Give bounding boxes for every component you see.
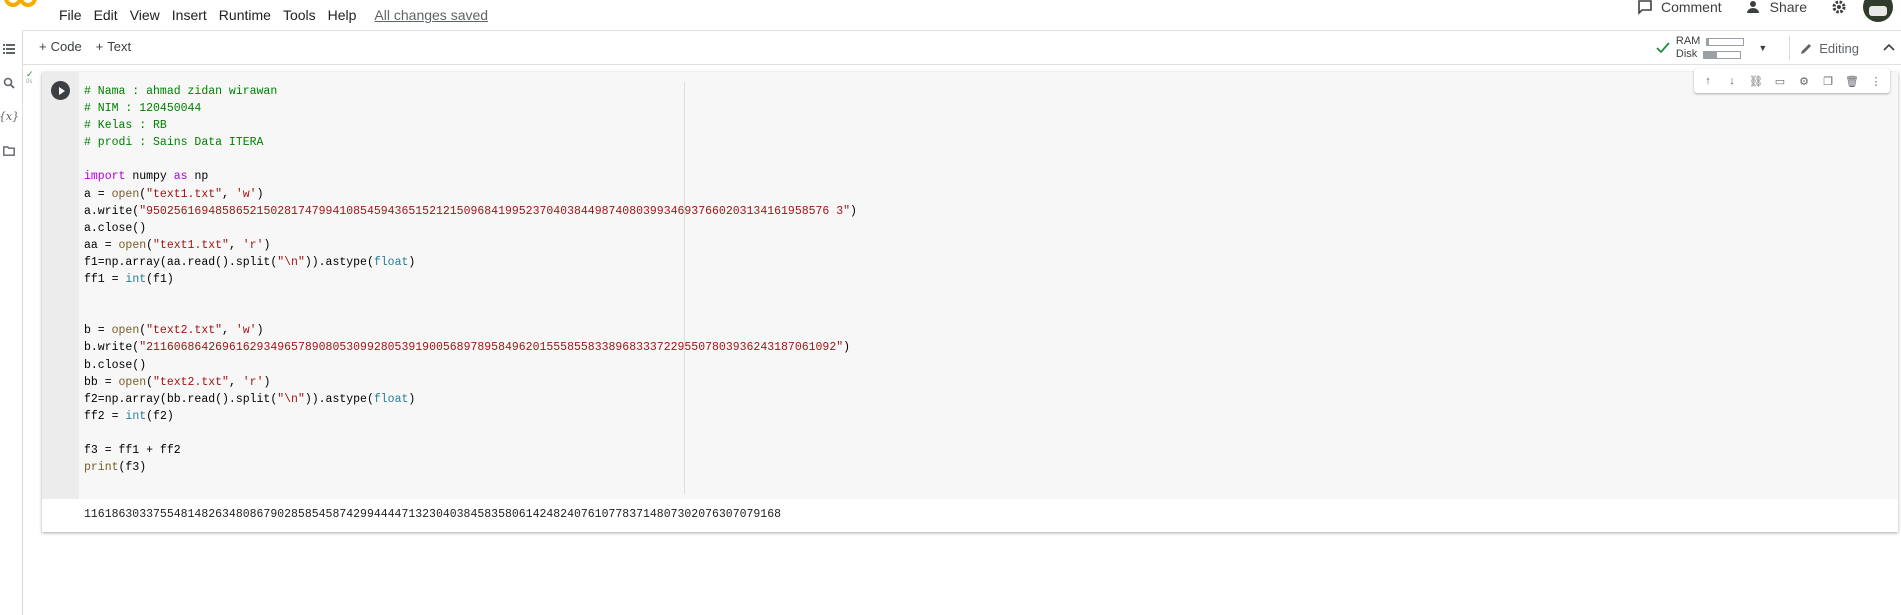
notebook-toolbar: + Code + Text RAM Disk ▼ Editing	[22, 30, 1901, 65]
code-line: b.write("2116068642696162934965789080530…	[84, 341, 851, 355]
chevron-up-icon[interactable]	[1883, 42, 1895, 54]
plus-icon: +	[95, 39, 104, 54]
code-line: aa = open("text1.txt", 'r')	[84, 238, 271, 252]
menu-tools[interactable]: Tools	[277, 7, 322, 23]
cell-output: 1161863033755481482634808679028585458742…	[79, 499, 1898, 532]
menu-help[interactable]: Help	[322, 7, 363, 23]
add-code-button[interactable]: + Code	[39, 39, 82, 54]
save-status-link[interactable]: All changes saved	[368, 7, 494, 23]
menu-view[interactable]: View	[124, 7, 166, 23]
code-line: f1=np.array(aa.read().split("\n")).astyp…	[84, 255, 416, 269]
code-line: import numpy as np	[84, 170, 209, 184]
comment-button[interactable]: Comment	[1637, 0, 1722, 15]
disk-meter	[1703, 50, 1742, 59]
search-icon[interactable]	[0, 74, 18, 92]
editing-mode-button[interactable]: Editing	[1789, 36, 1869, 60]
disk-label: Disk	[1675, 48, 1698, 60]
plus-icon: +	[39, 39, 47, 54]
dropdown-arrow-icon[interactable]: ▼	[1758, 43, 1767, 53]
code-line: a.write("9502561694858652150281747994108…	[84, 204, 857, 218]
exec-time: 0s	[26, 79, 33, 85]
code-line: bb = open("text2.txt", 'r')	[84, 375, 271, 389]
comment-icon[interactable]: ▭	[1772, 73, 1788, 89]
code-line: f2=np.array(bb.read().split("\n")).astyp…	[84, 392, 416, 406]
table-of-contents-icon[interactable]	[0, 40, 18, 58]
gear-icon[interactable]	[1831, 0, 1847, 15]
code-text: # Nama : ahmad zidan wirawan # NIM : 1204…	[84, 83, 857, 476]
left-rail: {x}	[0, 30, 23, 615]
code-line: ff1 = int(f1)	[84, 273, 174, 287]
ram-meter-fill	[1707, 38, 1710, 45]
exec-status: ✓ 0s	[26, 69, 34, 86]
code-line: b.close()	[84, 358, 147, 372]
mirror-cell-icon[interactable]: ❐	[1820, 73, 1836, 89]
menu-runtime[interactable]: Runtime	[213, 7, 277, 23]
comment-icon	[1638, 0, 1652, 15]
comment-label: Comment	[1660, 0, 1722, 15]
code-cell[interactable]: # Nama : ahmad zidan wirawan # NIM : 1204…	[42, 69, 1898, 532]
add-text-button[interactable]: + Text	[96, 39, 131, 54]
menu-file[interactable]: File	[53, 7, 88, 23]
code-line: b = open("text2.txt", 'w')	[84, 324, 264, 338]
cell-gutter	[42, 72, 79, 499]
add-text-label: Text	[107, 39, 132, 54]
disk-meter-fill	[1704, 51, 1717, 58]
code-line: f3 = ff1 + ff2	[84, 443, 181, 457]
exec-check-icon: ✓	[26, 69, 34, 79]
run-cell-button[interactable]	[51, 81, 70, 100]
main-menu: File Edit View Insert Runtime Tools Help…	[53, 7, 494, 23]
add-code-label: Code	[50, 39, 82, 54]
code-line: ​	[84, 151, 857, 168]
code-line: ff2 = int(f2)	[84, 409, 174, 423]
pencil-icon	[1801, 43, 1812, 54]
person-add-icon	[1746, 1, 1759, 13]
code-line: # NIM : 120450044	[84, 102, 202, 116]
code-line: ​	[84, 305, 857, 322]
code-line: ​	[84, 288, 857, 305]
delete-icon[interactable]: 🗑	[1844, 73, 1860, 89]
cell-toolbar: ↑ ↓ ⛓ ▭ ⚙ ❐ 🗑 ⋮	[1694, 69, 1890, 93]
menu-bar: File Edit View Insert Runtime Tools Help…	[0, 0, 1901, 30]
code-editor[interactable]: # Nama : ahmad zidan wirawan # NIM : 1204…	[79, 72, 1898, 499]
colab-logo[interactable]	[4, 0, 38, 10]
menu-insert[interactable]: Insert	[166, 7, 213, 23]
code-line: # prodi : Sains Data ITERA	[84, 136, 264, 150]
share-button[interactable]: Share	[1746, 0, 1807, 15]
code-line: ​	[84, 425, 857, 442]
code-line: print(f3)	[84, 461, 147, 475]
editing-label: Editing	[1819, 40, 1859, 56]
ram-meter	[1706, 37, 1745, 46]
more-options-icon[interactable]: ⋮	[1868, 73, 1884, 89]
code-line: # Kelas : RB	[84, 119, 167, 133]
ram-label: RAM	[1675, 35, 1701, 47]
share-label: Share	[1769, 0, 1807, 15]
code-line: a = open("text1.txt", 'w')	[84, 187, 264, 201]
resources-indicator[interactable]: RAM Disk ▼	[1656, 35, 1767, 61]
variables-icon[interactable]: {x}	[0, 107, 19, 125]
menu-edit[interactable]: Edit	[88, 7, 124, 23]
move-up-icon[interactable]: ↑	[1700, 73, 1716, 89]
move-down-icon[interactable]: ↓	[1724, 73, 1740, 89]
header-actions: Comment Share	[1637, 0, 1901, 22]
folder-icon[interactable]	[0, 142, 18, 160]
output-text: 1161863033755481482634808679028585458742…	[84, 508, 782, 521]
settings-icon[interactable]: ⚙	[1796, 73, 1812, 89]
code-line: a.close()	[84, 221, 147, 235]
link-icon[interactable]: ⛓	[1748, 73, 1764, 89]
code-line: # Nama : ahmad zidan wirawan	[84, 85, 278, 98]
user-avatar[interactable]	[1863, 0, 1893, 22]
connected-check-icon	[1656, 42, 1670, 54]
